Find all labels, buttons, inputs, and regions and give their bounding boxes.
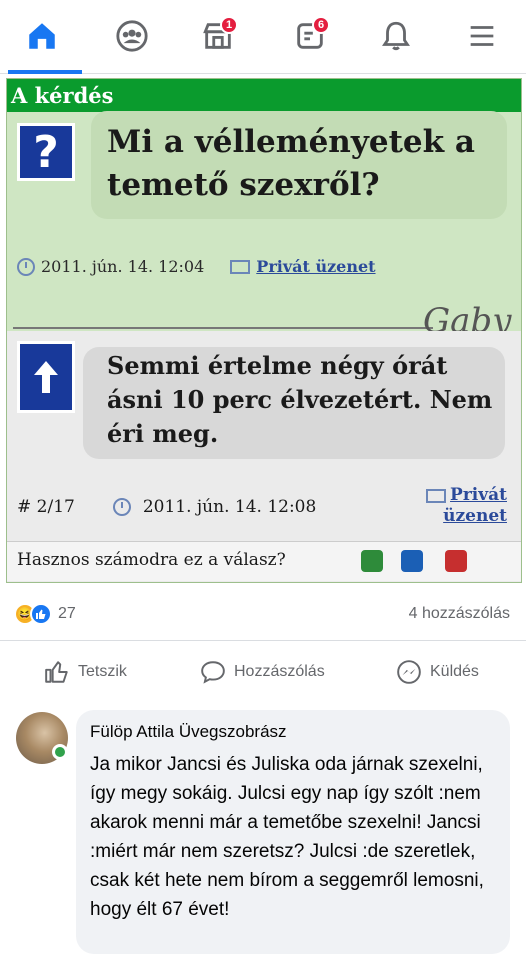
question-date: 2011. jún. 14. 12:04 xyxy=(41,257,205,276)
answer-date: 2011. jún. 14. 12:08 xyxy=(142,497,317,517)
comment-author[interactable]: Fülöp Attila Üvegszobrász xyxy=(90,722,496,742)
private-message-link: Privát üzenet xyxy=(256,257,376,276)
nav-feeds[interactable]: 6 xyxy=(288,14,332,58)
like-label: Tetszik xyxy=(78,663,127,680)
reaction-summary[interactable]: 😆 27 xyxy=(14,603,76,625)
meme-divider xyxy=(13,327,433,329)
mail-icon xyxy=(230,259,251,274)
send-label: Küldés xyxy=(430,663,479,680)
comment-button[interactable]: Hozzászólás xyxy=(200,659,325,685)
answer-text: Semmi értelme négy órát ásni 10 perc élv… xyxy=(107,351,493,448)
comment-text: Ja mikor Jancsi és Juliska oda járnak sz… xyxy=(90,754,484,920)
meme-header: A kérdés xyxy=(7,79,521,112)
home-icon xyxy=(29,23,55,49)
nav-active-indicator xyxy=(8,70,82,74)
online-status-indicator xyxy=(52,744,68,760)
top-navigation-bar: 1 6 xyxy=(0,0,526,74)
feeds-badge: 6 xyxy=(312,16,330,34)
nav-home[interactable] xyxy=(20,14,64,58)
clock-icon xyxy=(17,257,35,276)
nav-notifications[interactable] xyxy=(374,14,418,58)
thumbs-down-vote-icon xyxy=(445,550,467,572)
answer-private-line1: Privát xyxy=(450,485,507,505)
question-mark-icon: ? xyxy=(17,123,75,181)
mail-icon xyxy=(426,488,447,503)
groups-icon xyxy=(116,20,148,52)
nav-menu[interactable] xyxy=(460,14,504,58)
answer-private-line2: üzenet xyxy=(443,506,507,526)
post-action-bar: Tetszik Hozzászólás Küldés xyxy=(0,640,526,706)
arrow-up-icon xyxy=(17,341,75,413)
hamburger-icon xyxy=(470,26,494,46)
helpful-question: Hasznos számodra ez a válasz? xyxy=(17,550,286,570)
comment-icon xyxy=(201,661,225,684)
nav-marketplace[interactable]: 1 xyxy=(196,14,240,58)
send-button[interactable]: Küldés xyxy=(396,659,479,685)
marketplace-badge: 1 xyxy=(220,16,238,34)
question-meta: 2011. jún. 14. 12:04 Privát üzenet xyxy=(17,257,376,276)
reaction-count: 27 xyxy=(58,605,76,622)
thumbs-up-vote-icon xyxy=(361,550,383,572)
bell-icon xyxy=(382,21,410,51)
neutral-vote-icon xyxy=(401,550,423,572)
comment-label: Hozzászólás xyxy=(234,663,325,680)
answer-private-message: Privát üzenet xyxy=(407,485,507,527)
thumbs-up-icon xyxy=(45,661,68,683)
like-button[interactable]: Tetszik xyxy=(44,659,127,685)
messenger-icon xyxy=(397,660,421,684)
like-reaction-icon xyxy=(30,603,52,625)
comment-count[interactable]: 4 hozzászólás xyxy=(409,605,510,623)
question-text: Mi a vélleményetek a temető szexről? xyxy=(107,124,475,203)
post-image[interactable]: A kérdés ? Mi a vélleményetek a temető s… xyxy=(6,78,522,583)
answer-number: # 2/17 xyxy=(17,497,75,517)
nav-groups[interactable] xyxy=(110,14,154,58)
clock-icon xyxy=(112,498,131,516)
helpful-bar: Hasznos számodra ez a válasz? xyxy=(7,541,521,581)
answer-section: Semmi értelme négy órát ásni 10 perc élv… xyxy=(7,331,521,582)
comment-bubble: Fülöp Attila Üvegszobrász Ja mikor Jancs… xyxy=(76,710,510,954)
answer-meta: # 2/17 2011. jún. 14. 12:08 xyxy=(17,497,316,517)
